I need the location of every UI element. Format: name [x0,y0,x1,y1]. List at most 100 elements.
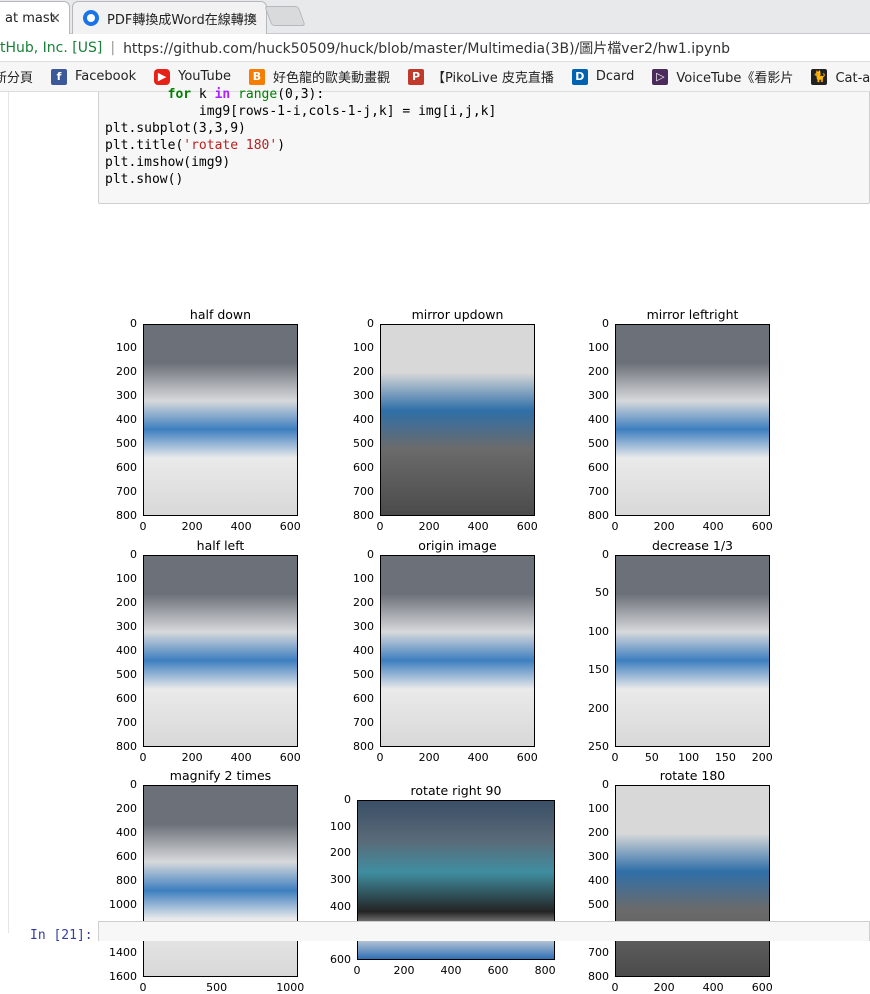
next-code-cell[interactable] [98,921,870,941]
subplot-title: mirror leftright [646,307,739,322]
y-tick-label: 200 [588,701,609,715]
bookmark-label: 新分頁 [0,71,34,86]
facebook-icon: f [51,68,68,85]
bookmark-label: YouTube [178,69,231,84]
subplot-image [615,555,770,747]
x-tick-label: 200 [751,751,773,764]
address-bar[interactable]: tHub, Inc. [US] | https://github.com/huc… [0,34,870,62]
x-tick-label: 200 [393,964,415,977]
subplot-title: mirror updown [411,307,504,322]
subplot-title: rotate right 90 [410,783,502,798]
y-tick-label: 400 [116,644,137,657]
subplot-image [380,324,535,516]
y-tick-label: 100 [588,802,609,815]
x-tick-label: 600 [516,520,538,533]
y-tick-label: 0 [367,548,374,561]
x-tick-label: 200 [653,981,675,994]
x-tick-label: 400 [467,520,489,533]
y-tick-label: 200 [116,596,137,609]
new-tab-button[interactable] [264,6,306,26]
x-tick-label: 600 [487,964,509,977]
pdf-site-icon [83,10,99,26]
y-tick-label: 300 [353,389,374,402]
bookmark-label: 【PikoLive 皮克直播 [432,71,554,86]
subplot-title: half left [196,538,245,553]
y-tick-label: 400 [330,899,351,913]
bookmark-new-tab[interactable]: 新分頁 [0,67,33,86]
y-tick-label: 50 [595,586,609,600]
x-tick-label: 0 [139,520,147,533]
x-tick-label: 200 [418,520,440,533]
code-line: plt.subplot(3,3,9) [105,121,246,136]
subplot-image [615,324,770,516]
bookmark-label: Cat-astrophe: 史 [835,71,870,86]
bookmark-voicetube[interactable]: ▷ VoiceTube《看影片 [652,67,793,86]
tab-pdf[interactable]: PDF轉換成Word在線轉換 ✕ [72,1,267,34]
site-identity[interactable]: tHub, Inc. [US] [0,40,102,56]
y-tick-label: 300 [116,389,137,402]
close-icon[interactable]: ✕ [246,11,258,27]
url-text[interactable]: https://github.com/huck50509/huck/blob/m… [123,38,730,58]
y-tick-label: 600 [116,850,137,863]
x-tick-label: 1000 [276,981,305,994]
x-tick-label: 200 [181,751,203,764]
code-line: plt.imshow(img9) [105,155,231,170]
x-tick-label: 400 [467,751,489,764]
y-tick-label: 300 [330,873,351,886]
y-tick-label: 300 [588,389,609,402]
tab-label: at mast [5,10,55,26]
y-tick-label: 700 [588,485,609,498]
y-tick-label: 100 [330,819,351,833]
y-tick-label: 600 [116,692,137,705]
x-tick-label: 200 [181,520,203,533]
y-tick-label: 200 [353,365,374,378]
bookmark-blogger[interactable]: B 好色龍的歐美動畫觀 [248,67,390,86]
y-tick-label: 100 [353,341,374,354]
y-tick-label: 600 [588,461,609,474]
x-tick-label: 200 [653,520,675,533]
code-line: plt.show() [105,172,184,187]
y-tick-label: 100 [353,572,374,585]
y-tick-label: 0 [602,317,609,330]
y-tick-label: 100 [116,572,137,585]
y-tick-label: 200 [588,365,609,378]
gutter-line [8,92,9,933]
x-tick-label: 50 [644,751,659,764]
y-tick-label: 1400 [109,946,137,959]
y-tick-label: 0 [602,548,609,561]
code-cell[interactable]: for k in range(0,3): img9[rows-1-i,cols-… [98,87,870,204]
y-tick-label: 400 [353,413,374,426]
x-tick-label: 400 [702,520,724,533]
youtube-icon: ▶ [154,68,171,85]
y-tick-label: 500 [588,437,609,450]
x-tick-label: 600 [751,981,773,994]
tab-github[interactable]: at mast ✕ [0,1,70,34]
y-tick-label: 600 [353,461,374,474]
bookmark-label: Dcard [595,69,635,84]
subplot-title: decrease 1/3 [651,538,733,553]
y-tick-label: 400 [588,413,609,426]
subplot-title: magnify 2 times [169,768,272,783]
bookmark-youtube[interactable]: ▶ YouTube [154,68,231,85]
y-tick-label: 400 [588,874,609,887]
x-tick-label: 0 [611,520,619,533]
y-tick-label: 500 [353,668,374,681]
cat-icon: 🐈 [811,68,828,85]
y-tick-label: 700 [353,716,374,729]
close-icon[interactable]: ✕ [49,11,61,27]
bookmark-facebook[interactable]: f Facebook [51,68,136,85]
bookmark-cat-astrophe[interactable]: 🐈 Cat-astrophe: 史 [811,67,870,86]
x-tick-label: 0 [376,520,384,533]
bookmark-dcard[interactable]: D Dcard [571,68,635,85]
x-tick-label: 200 [418,751,440,764]
address-separator: | [110,39,116,56]
x-tick-label: 500 [206,981,228,994]
x-tick-label: 0 [611,981,619,994]
y-tick-label: 0 [344,793,351,806]
y-tick-label: 0 [130,548,137,561]
y-tick-label: 700 [588,946,609,959]
x-tick-label: 0 [139,981,147,994]
y-tick-label: 500 [588,898,609,911]
bookmark-pikolive[interactable]: P 【PikoLive 皮克直播 [408,67,554,86]
code-block: for k in range(0,3): img9[rows-1-i,cols-… [105,86,496,188]
